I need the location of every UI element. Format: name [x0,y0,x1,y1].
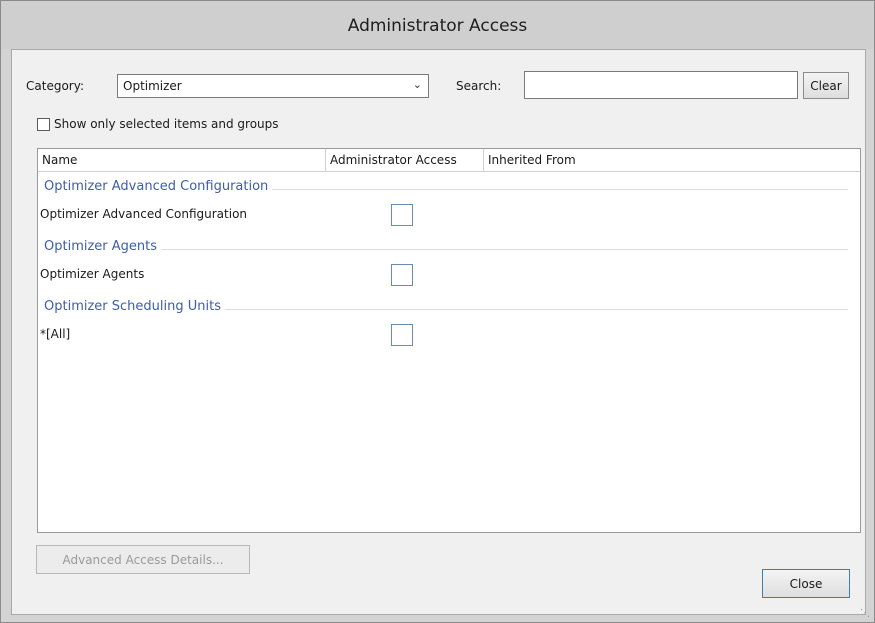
group-title: Optimizer Agents [44,239,162,254]
search-input[interactable] [524,71,798,99]
show-selected-label[interactable]: Show only selected items and groups [54,117,279,131]
admin-access-checkbox[interactable] [391,324,413,346]
category-dropdown[interactable]: Optimizer ⌄ [117,74,429,98]
search-label: Search: [456,79,502,93]
clear-button[interactable]: Clear [803,72,849,99]
row-name[interactable]: Optimizer Agents [40,267,144,281]
chevron-down-icon: ⌄ [412,78,422,91]
resize-grip-icon[interactable]: ⋱ [860,608,872,620]
column-header-inherited-from[interactable]: Inherited From [484,149,684,171]
admin-access-checkbox[interactable] [391,204,413,226]
group-divider [44,249,848,250]
group-title: Optimizer Scheduling Units [44,299,225,314]
grid-header: Name Administrator Access Inherited From [38,149,860,172]
group-header: Optimizer Agents [38,239,860,259]
column-header-admin-access[interactable]: Administrator Access [326,149,483,171]
row-name[interactable]: *[All] [40,327,70,341]
dialog-body: Category: Optimizer ⌄ Search: Clear Show… [11,49,866,615]
show-selected-checkbox[interactable] [37,118,50,131]
row-name[interactable]: Optimizer Advanced Configuration [40,207,247,221]
advanced-access-details-button[interactable]: Advanced Access Details... [36,545,250,574]
group-header: Optimizer Scheduling Units [38,299,860,319]
group-title: Optimizer Advanced Configuration [44,179,273,194]
group-header: Optimizer Advanced Configuration [38,179,860,199]
admin-access-checkbox[interactable] [391,264,413,286]
window-title: Administrator Access [347,16,528,36]
close-button[interactable]: Close [762,569,850,598]
category-value: Optimizer [123,79,182,93]
title-bar[interactable]: Administrator Access [1,1,874,49]
category-label: Category: [26,79,84,93]
access-grid: Name Administrator Access Inherited From… [37,148,861,533]
column-header-name[interactable]: Name [38,149,325,171]
administrator-access-dialog: Administrator Access Category: Optimizer… [0,0,875,623]
